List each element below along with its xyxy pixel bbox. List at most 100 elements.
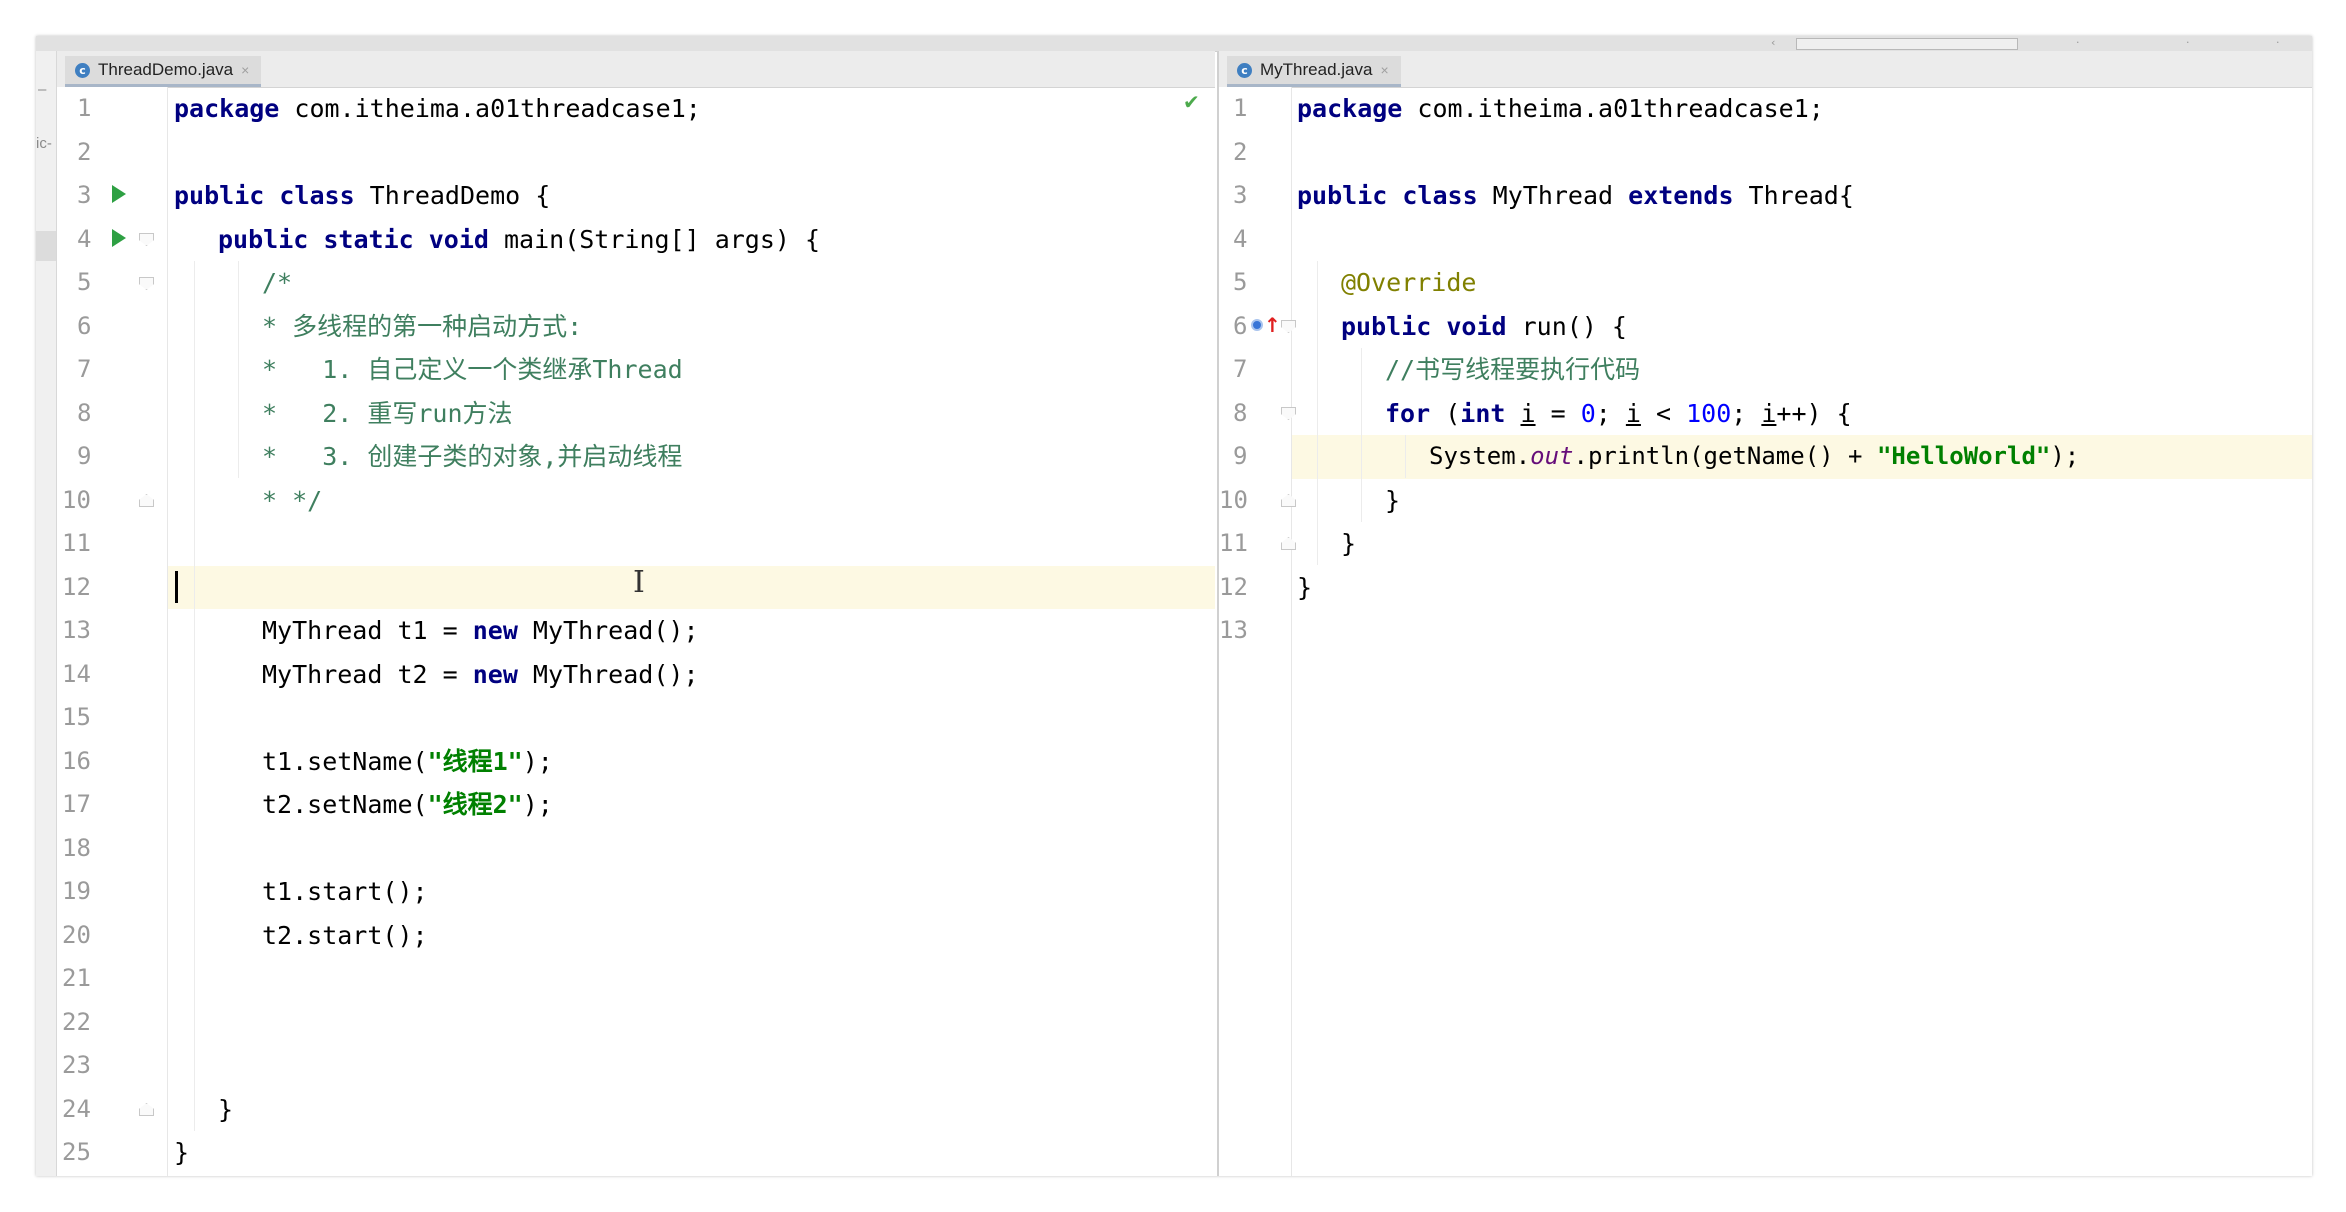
code-token: } <box>1385 485 1401 515</box>
keyword: public static void <box>218 224 489 254</box>
loop-variable: i <box>1520 398 1536 428</box>
comment: 创建子类的对象,并启动线程 <box>367 442 683 471</box>
line-number: 13 <box>1219 616 1248 644</box>
number-literal: 100 <box>1686 398 1732 428</box>
code-line: } <box>1297 566 2312 610</box>
fold-icon[interactable] <box>1281 494 1296 507</box>
line-number: 4 <box>77 224 92 253</box>
tool-window-strip: – ic- <box>36 51 57 1176</box>
code-text[interactable]: package com.itheima.a01threadcase1; publ… <box>1297 87 2312 1176</box>
line-number: 13 <box>62 616 91 644</box>
comment: * 2. <box>262 398 368 428</box>
line-number: 1 <box>1233 94 1248 122</box>
line-number: 10 <box>1219 485 1248 514</box>
code-token: = <box>1535 398 1581 428</box>
line-number: 12 <box>62 572 91 601</box>
code-line: @Override <box>1341 261 2312 305</box>
code-token: MyThread t2 = <box>262 659 473 689</box>
code-line: * 3. 创建子类的对象,并启动线程 <box>262 435 1215 479</box>
code-token: ); <box>2050 442 2080 470</box>
code-token: run() { <box>1506 311 1627 341</box>
code-line: /* <box>262 261 1215 305</box>
tab-label: MyThread.java <box>1260 60 1373 79</box>
code-token: < <box>1640 398 1687 428</box>
comment: * 3. <box>262 442 368 471</box>
line-number: 2 <box>1233 137 1248 166</box>
override-method-icon[interactable]: ↑ <box>1251 315 1281 335</box>
implementation-dot-icon <box>1251 319 1263 331</box>
code-line: t2.setName("线程2"); <box>262 783 1215 827</box>
keyword: new <box>472 659 518 689</box>
code-token: MyThread t1 = <box>262 616 473 645</box>
fold-icon[interactable] <box>139 233 154 246</box>
tool-window-marker <box>36 231 56 261</box>
line-number: 5 <box>1233 268 1248 296</box>
line-number: 14 <box>62 659 91 688</box>
code-line: package com.itheima.a01threadcase1; <box>174 87 1214 131</box>
code-token: MyThread(); <box>517 616 699 645</box>
code-line: } <box>174 1131 1214 1175</box>
fold-icon[interactable] <box>1281 407 1296 420</box>
code-token: MyThread(); <box>517 659 699 689</box>
code-line: t1.start(); <box>262 870 1215 914</box>
code-token: MyThread <box>1477 181 1629 210</box>
code-line: public void run() { <box>1341 305 2312 349</box>
comment: 自己定义一个类继承 <box>367 355 593 384</box>
close-tab-icon[interactable]: × <box>241 62 249 78</box>
code-text[interactable]: package com.itheima.a01threadcase1; publ… <box>174 87 1214 1176</box>
toolbar-field[interactable] <box>1796 38 2018 50</box>
code-line: public class ThreadDemo { <box>174 174 1214 218</box>
code-line: * 2. 重写run方法 <box>262 392 1215 436</box>
fold-icon[interactable] <box>139 277 154 290</box>
comment: //书写线程要执行代码 <box>1385 355 1641 384</box>
tab-threaddemo-java[interactable]: c ThreadDemo.java × <box>65 56 262 87</box>
comment: * 1. <box>262 355 368 384</box>
fold-icon[interactable] <box>1281 537 1296 550</box>
code-token: ; <box>1731 398 1762 428</box>
toolbar-separator-icon: · <box>2186 36 2190 49</box>
code-token: } <box>174 1138 190 1167</box>
editor-pane-threaddemo: c ThreadDemo.java × 1 2 3 4 5 6 7 8 9 10… <box>57 51 1215 1176</box>
code-line: * */ <box>262 479 1215 523</box>
toolbar-separator-icon: ‹ <box>1771 36 1776 49</box>
editor-gutter: 1 2 3 4 5 6 7 8 9 10 11 12 13 14 15 16 1… <box>57 87 168 1176</box>
tab-mythread-java[interactable]: c MyThread.java × <box>1227 56 1401 87</box>
run-class-icon[interactable] <box>112 185 126 203</box>
fold-icon[interactable] <box>139 1103 154 1116</box>
close-tab-icon[interactable]: × <box>1380 62 1388 78</box>
comment: run <box>417 398 463 428</box>
code-editor[interactable]: 1 2 3 4 5 6 7 8 9 10 11 12 13 ↑ package … <box>1219 87 2312 1176</box>
keyword: int <box>1460 398 1506 428</box>
code-token: System. <box>1429 442 1531 470</box>
fold-icon[interactable] <box>139 494 154 507</box>
code-line: for (int i = 0; i < 100; i++) { <box>1385 392 2312 436</box>
tool-window-label[interactable]: ic- <box>36 135 52 152</box>
line-number: 6 <box>1233 311 1248 340</box>
toolbar-separator-icon: · <box>2076 36 2080 49</box>
keyword: new <box>472 616 518 645</box>
keyword: public void <box>1341 311 1507 341</box>
text-caret <box>175 571 178 603</box>
code-line: MyThread t2 = new MyThread(); <box>262 653 1215 697</box>
line-number: 3 <box>1233 181 1248 209</box>
code-line: public class MyThread extends Thread{ <box>1297 174 2312 218</box>
line-number: 9 <box>77 442 92 470</box>
comment: 多线程的第一种启动方式: <box>292 311 583 341</box>
line-number: 8 <box>1233 398 1248 427</box>
line-number: 21 <box>62 964 91 992</box>
line-number: 20 <box>62 920 91 949</box>
static-field: out <box>1530 442 1574 470</box>
code-line: } <box>218 1088 1215 1132</box>
code-token: main(String[] args) { <box>488 224 821 254</box>
line-number: 15 <box>62 703 91 731</box>
code-line: } <box>1341 522 2312 566</box>
toolbar-strip: ‹ · · · <box>36 36 2312 52</box>
run-main-icon[interactable] <box>112 229 126 247</box>
line-number: 6 <box>77 311 92 340</box>
line-number: 4 <box>1233 224 1248 253</box>
code-editor[interactable]: 1 2 3 4 5 6 7 8 9 10 11 12 13 14 15 16 1… <box>57 87 1215 1176</box>
fold-icon[interactable] <box>1281 320 1296 333</box>
code-line: MyThread t1 = new MyThread(); <box>262 609 1215 653</box>
line-number: 22 <box>62 1007 91 1036</box>
line-number: 10 <box>62 485 91 514</box>
